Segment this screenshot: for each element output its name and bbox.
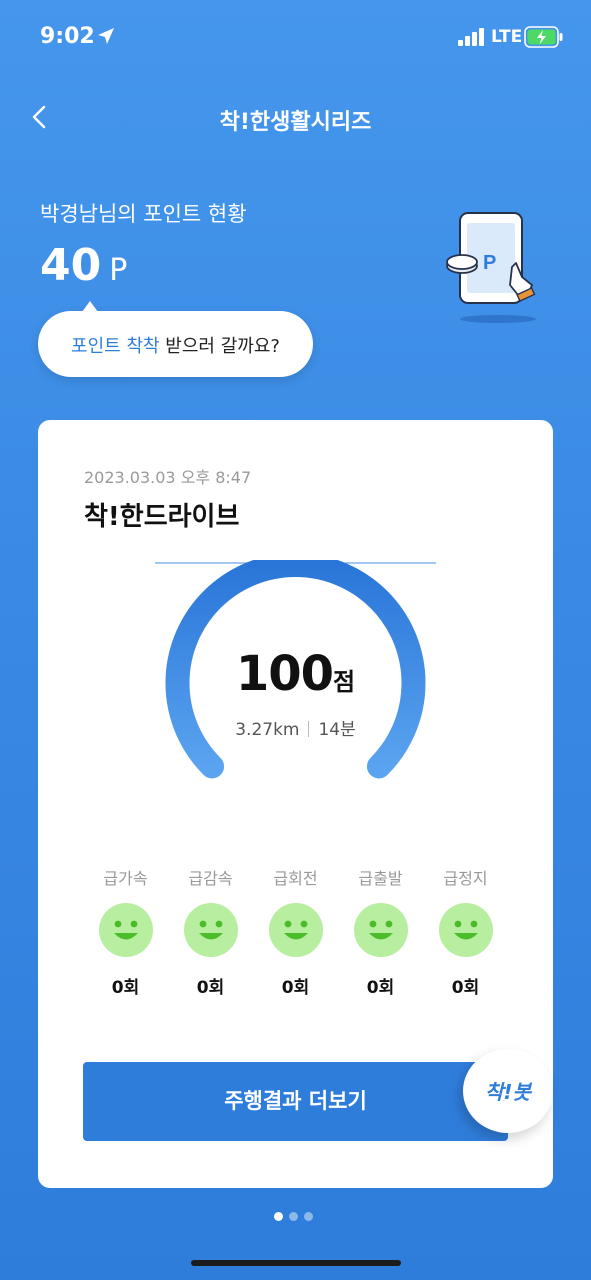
point-cta-highlight: 포인트 착착 [71,336,160,357]
stat-count: 0회 [196,978,225,998]
smile-icon [438,903,493,957]
stat-label: 급회전 [273,869,318,888]
stat-item: 급정지 0회 [423,865,508,998]
svg-text:P: P [483,252,496,274]
chak-bot-button[interactable]: 착!봇 [463,1049,553,1133]
points-value: 40 P [40,240,127,291]
network-label: LTE [491,27,523,47]
score-value: 100 [235,646,334,702]
trip-title: 착!한드라이브 [84,502,240,532]
point-cta-text: 포인트 착착 받으러 갈까요? [38,332,313,358]
stat-count: 0회 [366,978,395,998]
stat-item: 급출발 0회 [338,865,423,998]
stat-item: 급감속 0회 [168,865,253,998]
point-cta-bubble[interactable]: 포인트 착착 받으러 갈까요? [38,301,313,377]
stat-item: 급가속 0회 [83,865,168,998]
points-unit: P [109,253,128,288]
stat-item: 급회전 0회 [253,865,338,998]
battery-charging-icon [524,26,563,48]
page-indicator [274,1212,318,1224]
smile-icon [268,903,323,957]
stat-count: 0회 [281,978,310,998]
stat-label: 급정지 [443,869,488,888]
score-display: 100점 [38,646,553,702]
bot-label: 착!봇 [485,1080,531,1104]
phone-point-icon[interactable]: P [440,205,550,330]
nav-bar: 착!한생활시리즈 [0,90,591,144]
status-time: 9:02 [40,24,95,49]
page-dot[interactable] [274,1212,283,1221]
trip-duration: 14분 [318,720,356,740]
points-title: 박경남님의 포인트 현황 [40,202,247,226]
home-indicator [191,1260,401,1266]
location-arrow-icon [98,28,114,44]
stat-count: 0회 [451,978,480,998]
score-unit: 점 [333,668,356,696]
point-cta-rest: 받으러 갈까요? [159,336,280,357]
stat-count: 0회 [111,978,140,998]
trip-meta: 3.27km 14분 [38,715,553,740]
trip-distance: 3.27km [235,720,300,740]
meta-divider [308,721,310,737]
status-bar: 9:02 LTE [0,0,591,76]
signal-bars-icon [458,28,484,46]
stat-label: 급감속 [188,869,233,888]
driving-stats: 급가속 0회 급감속 0회 급회전 0회 급출발 0회 급정지 0회 [83,865,508,998]
trip-date: 2023.03.03 오후 8:47 [84,468,252,487]
smile-icon [98,903,153,957]
page-dot[interactable] [289,1212,298,1221]
page-dot[interactable] [304,1212,313,1221]
stat-label: 급가속 [103,869,148,888]
smile-icon [183,903,238,957]
smile-icon [353,903,408,957]
more-results-button[interactable]: 주행결과 더보기 [83,1062,508,1141]
stat-label: 급출발 [358,869,403,888]
page-title: 착!한생활시리즈 [219,110,372,135]
points-number: 40 [40,240,102,291]
